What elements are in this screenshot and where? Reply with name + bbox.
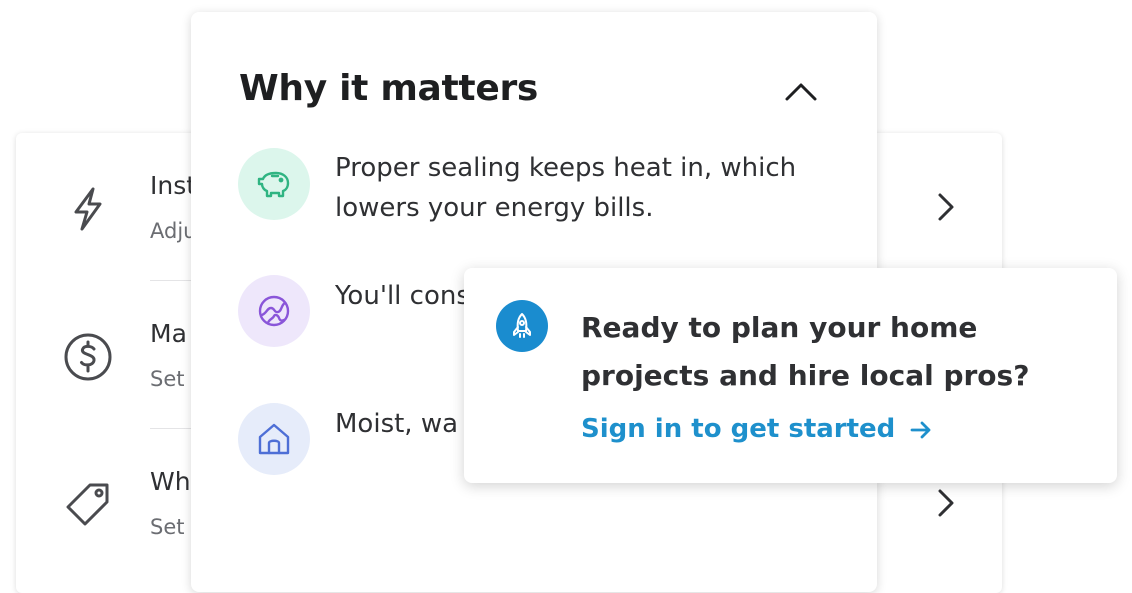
rocket-icon xyxy=(496,300,548,352)
chevron-right-icon[interactable] xyxy=(924,185,964,229)
signin-link-label: Sign in to get started xyxy=(581,414,896,444)
piggy-bank-icon xyxy=(238,148,310,220)
row-subtitle: Set xyxy=(150,515,185,539)
section-title: Why it matters xyxy=(239,68,539,109)
tag-icon xyxy=(60,477,116,533)
signin-prompt-title: Ready to plan your home projects and hir… xyxy=(581,311,1030,392)
arrow-right-icon xyxy=(907,416,935,444)
signin-link[interactable]: Sign in to get started xyxy=(581,414,935,444)
dollar-icon xyxy=(60,329,116,385)
lightning-icon xyxy=(60,181,116,237)
row-title: Ma xyxy=(150,319,187,348)
signin-prompt-card: Ready to plan your home projects and hir… xyxy=(464,268,1117,483)
home-icon xyxy=(238,403,310,475)
benefit-text: Proper sealing keeps heat in, which lowe… xyxy=(335,153,797,223)
globe-icon xyxy=(238,275,310,347)
chevron-up-icon[interactable] xyxy=(779,72,823,112)
chevron-right-icon[interactable] xyxy=(924,481,964,525)
row-title: Inst xyxy=(150,171,197,200)
row-subtitle: Adju xyxy=(150,219,197,243)
row-subtitle: Set xyxy=(150,367,185,391)
row-title: Wh xyxy=(150,467,191,496)
